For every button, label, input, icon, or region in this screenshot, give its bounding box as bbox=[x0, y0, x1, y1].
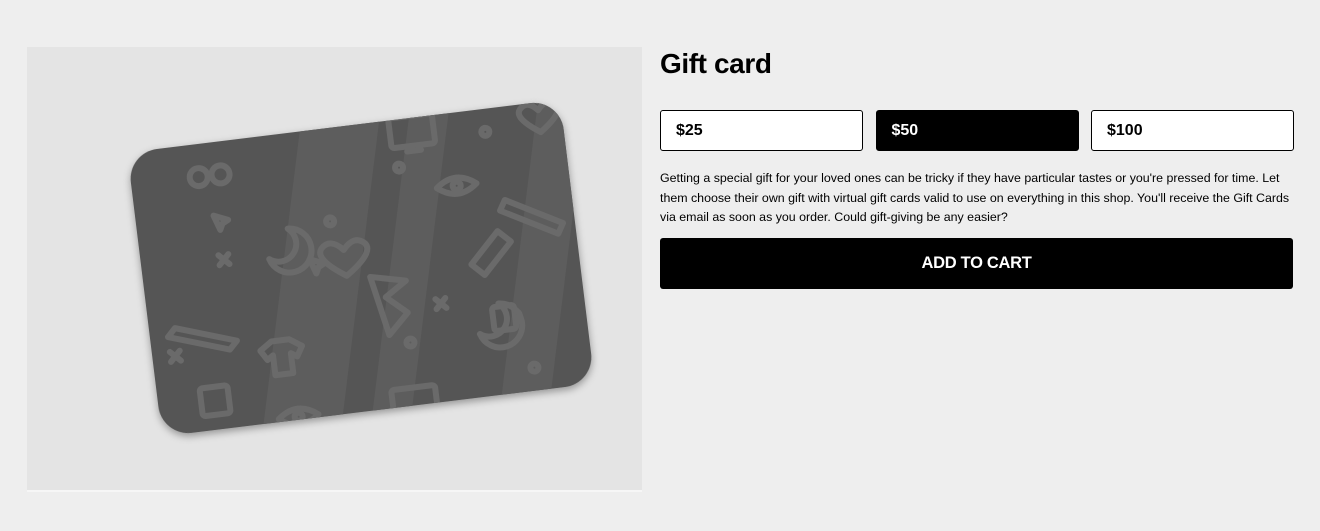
add-to-cart-button[interactable]: ADD TO CART bbox=[660, 237, 1293, 289]
gift-card-image bbox=[130, 99, 592, 437]
amount-option-50[interactable]: $50 bbox=[875, 110, 1079, 151]
product-page: Gift card $25 $50 $100 Getting a special… bbox=[0, 0, 1320, 531]
amount-option-100[interactable]: $100 bbox=[1091, 110, 1294, 151]
product-image-panel bbox=[27, 47, 642, 492]
product-description: Getting a special gift for your loved on… bbox=[660, 171, 1290, 224]
product-title: Gift card bbox=[660, 48, 772, 79]
product-details: Gift card $25 $50 $100 Getting a special… bbox=[660, 44, 1294, 289]
amount-options: $25 $50 $100 bbox=[660, 110, 1294, 151]
amount-option-25[interactable]: $25 bbox=[660, 110, 863, 151]
